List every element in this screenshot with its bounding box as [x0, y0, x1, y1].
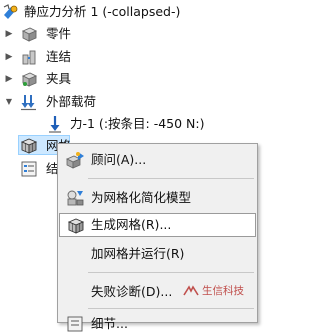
tree-item-external-loads[interactable]: ▼ 外部载荷 [0, 92, 258, 112]
simplify-model-icon [67, 190, 84, 206]
tree-item-parts-label: 零件 [46, 26, 72, 41]
expand-arrow-icon[interactable]: ▶ [4, 51, 14, 63]
menu-separator [88, 272, 254, 273]
tree-item-fixtures[interactable]: ▶ 夹具 [0, 69, 258, 89]
menu-item-mesh-and-run-label: 加网格并运行(R) [91, 246, 185, 261]
fixtures-icon [21, 72, 38, 87]
simulation-study-icon [3, 4, 18, 19]
menu-item-create-mesh[interactable]: 生成网格(R)... [59, 213, 256, 237]
collapse-arrow-icon[interactable]: ▼ [4, 96, 14, 108]
watermark: 生信科技 [183, 283, 244, 298]
tree-item-force[interactable]: 力-1 (:按条目: -450 N:) [0, 114, 258, 134]
watermark-text: 生信科技 [202, 285, 244, 297]
tree-item-connections-label: 连结 [46, 49, 72, 64]
tree-item-parts[interactable]: ▶ 零件 [0, 24, 258, 44]
tree-item-fixtures-label: 夹具 [46, 71, 72, 86]
mesh-icon [20, 138, 38, 154]
results-icon [21, 161, 37, 177]
tree-item-results[interactable]: 结 [0, 159, 59, 179]
create-mesh-icon [67, 218, 85, 234]
force-arrow-icon [49, 116, 61, 133]
menu-item-create-mesh-label: 生成网格(R)... [91, 217, 172, 232]
tree-item-connections[interactable]: ▶ 连结 [0, 47, 258, 67]
menu-item-failure-diagnosis-label: 失败诊断(D)... [91, 284, 173, 299]
menu-item-mesh-and-run[interactable]: 加网格并运行(R) [59, 242, 256, 266]
expand-arrow-icon[interactable]: ▶ [4, 28, 14, 40]
menu-item-details-label: 细节... [91, 316, 128, 331]
parts-icon [21, 27, 38, 42]
tree-root[interactable]: 静应力分析 1 (-collapsed-) [0, 2, 258, 22]
expand-arrow-icon[interactable]: ▶ [4, 73, 14, 85]
details-icon [67, 316, 83, 332]
menu-item-details[interactable]: 细节... [59, 312, 256, 336]
watermark-logo-icon [183, 284, 199, 295]
tree-root-label: 静应力分析 1 (-collapsed-) [24, 4, 181, 19]
menu-item-advisor[interactable]: 顾问(A)... [59, 148, 256, 172]
menu-item-simplify-label: 为网格化简化模型 [91, 190, 192, 205]
external-loads-icon [21, 95, 36, 111]
menu-separator [88, 308, 254, 309]
menu-separator [88, 178, 254, 179]
menu-item-simplify[interactable]: 为网格化简化模型 [59, 186, 256, 210]
connections-icon [22, 50, 36, 65]
tree-item-external-loads-label: 外部载荷 [46, 94, 97, 109]
advisor-icon [66, 152, 84, 169]
menu-item-advisor-label: 顾问(A)... [91, 152, 147, 167]
tree-item-force-label: 力-1 (:按条目: -450 N:) [70, 116, 205, 131]
